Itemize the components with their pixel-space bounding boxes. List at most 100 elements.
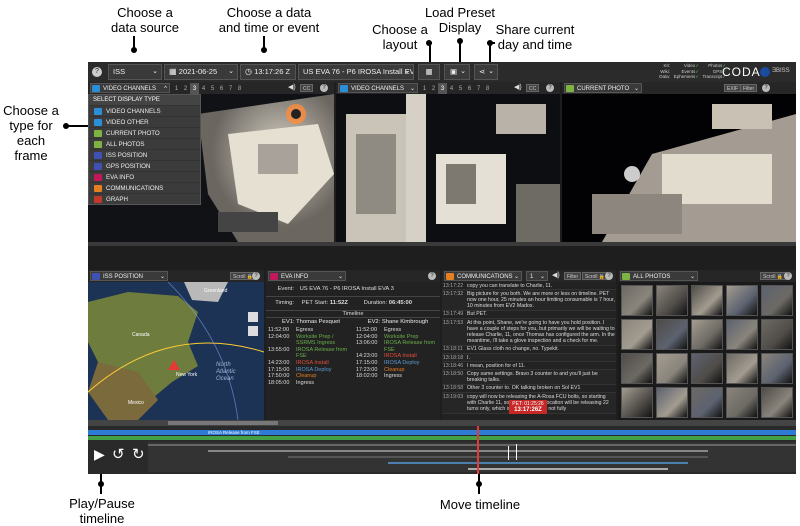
photo-thumbnail[interactable]	[691, 319, 723, 350]
annotation-line	[429, 42, 431, 62]
channel-select[interactable]: 1 ⌄	[526, 271, 548, 281]
channel-1-button[interactable]: 1	[420, 83, 429, 94]
display-type-option[interactable]: CURRENT PHOTO	[89, 127, 200, 138]
display-type-option[interactable]: GRAPH	[89, 193, 200, 204]
photo-thumbnail[interactable]	[761, 387, 793, 418]
filter-button[interactable]: Filter	[564, 272, 582, 280]
cc-button[interactable]: CC	[300, 84, 314, 92]
transcript-line: 13:17:32 Big picture for you both. We are…	[442, 290, 616, 311]
display-type-option[interactable]: COMMUNICATIONS	[89, 182, 200, 193]
help-icon[interactable]: ?	[92, 67, 102, 77]
timeline-heading: Timeline	[266, 310, 440, 318]
volume-icon[interactable]: ◀)	[552, 270, 560, 282]
photo-thumbnail[interactable]	[726, 319, 758, 350]
channel-4-button[interactable]: 4	[447, 83, 456, 94]
share-button[interactable]: ⋖ ⌄	[474, 64, 498, 80]
help-icon[interactable]: ?	[605, 272, 613, 280]
display-type-icon	[94, 185, 102, 192]
channel-5-button[interactable]: 5	[456, 83, 465, 94]
photo-thumbnail[interactable]	[761, 353, 793, 384]
help-icon[interactable]: ?	[784, 272, 792, 280]
channel-selector[interactable]: 12345678	[420, 83, 492, 94]
rewind-icon[interactable]: ↺	[112, 445, 125, 463]
channel-4-button[interactable]: 4	[199, 83, 208, 94]
help-icon[interactable]: ?	[252, 272, 260, 280]
display-type-option[interactable]: VIDEO CHANNELS	[89, 105, 200, 116]
display-type-option[interactable]: VIDEO OTHER	[89, 116, 200, 127]
photo-thumbnail[interactable]	[656, 387, 688, 418]
display-type-select[interactable]: VIDEO CHANNELS ⌄	[338, 83, 418, 93]
help-icon[interactable]: ?	[546, 84, 554, 92]
info-icon	[270, 273, 278, 280]
volume-icon[interactable]: ◀)	[514, 82, 522, 94]
timeline[interactable]: IROSA Release from FSE ▶ ↺ ↻	[88, 420, 796, 474]
channel-7-button[interactable]: 7	[226, 83, 235, 94]
display-type-select[interactable]: EVA INFO ⌄	[268, 271, 346, 281]
iss-map[interactable]: Greenland Canada New York North Atlantic…	[88, 282, 264, 420]
photo-thumbnail[interactable]	[691, 353, 723, 384]
forward-icon[interactable]: ↻	[132, 445, 145, 463]
photo-thumbnail[interactable]	[761, 319, 793, 350]
play-button[interactable]: ▶	[94, 446, 105, 463]
photo-thumbnail[interactable]	[726, 353, 758, 384]
display-type-select[interactable]: ALL PHOTOS ⌄	[620, 271, 698, 281]
help-icon[interactable]: ?	[320, 84, 328, 92]
display-type-option[interactable]: ISS POSITION	[89, 149, 200, 160]
pet-badge: PET: 01:25:26 13:17:26Z	[509, 400, 547, 414]
volume-icon[interactable]: ◀)	[288, 82, 296, 94]
channel-2-button[interactable]: 2	[181, 83, 190, 94]
timeline-step: 17:50:00 Cleanup	[268, 373, 317, 380]
channel-8-button[interactable]: 8	[483, 83, 492, 94]
display-type-select[interactable]: CURRENT PHOTO ⌄	[564, 83, 642, 93]
preset-display-button[interactable]: ▣ ⌄	[444, 64, 470, 80]
display-type-option[interactable]: ALL PHOTOS	[89, 138, 200, 149]
communications-transcript[interactable]: 13:17:22 copy you can translate to Charli…	[442, 282, 616, 420]
photo-thumbnail[interactable]	[656, 353, 688, 384]
display-type-select[interactable]: ISS POSITION ⌄	[90, 271, 168, 281]
filter-button[interactable]: Filter	[740, 84, 758, 92]
photo-thumbnail[interactable]	[656, 285, 688, 316]
channel-5-button[interactable]: 5	[208, 83, 217, 94]
channel-8-button[interactable]: 8	[235, 83, 244, 94]
channel-6-button[interactable]: 6	[465, 83, 474, 94]
exif-button[interactable]: EXIF	[724, 84, 742, 92]
channel-7-button[interactable]: 7	[474, 83, 483, 94]
channel-2-button[interactable]: 2	[429, 83, 438, 94]
layout-button[interactable]: ▦	[418, 64, 440, 80]
row-splitter[interactable]	[88, 242, 796, 246]
display-type-select[interactable]: VIDEO CHANNELS ^	[90, 83, 170, 93]
photo-thumbnail[interactable]	[761, 285, 793, 316]
photo-thumbnail[interactable]	[691, 285, 723, 316]
cc-button[interactable]: CC	[526, 84, 540, 92]
channel-1-button[interactable]: 1	[172, 83, 181, 94]
channel-3-button[interactable]: 3	[190, 83, 199, 94]
channel-selector[interactable]: 12345678	[172, 83, 244, 94]
panel-header-comms: COMMUNICATIONS ⌄ 1 ⌄ ◀) Filter Scroll 🔒 ?	[442, 270, 616, 282]
transcript-line: 13:17:49 But PET.	[442, 310, 616, 320]
photo-thumbnail[interactable]	[726, 387, 758, 418]
photo-thumbnail[interactable]	[621, 285, 653, 316]
photo-thumbnail[interactable]	[656, 319, 688, 350]
help-icon[interactable]: ?	[762, 84, 770, 92]
photo-thumbnail[interactable]	[621, 387, 653, 418]
date-picker[interactable]: ▦ 2021-06-25 ⌄	[164, 64, 238, 80]
channel-6-button[interactable]: 6	[217, 83, 226, 94]
display-type-option[interactable]: EVA INFO	[89, 171, 200, 182]
transcript-line: 13:18:46 I mean, position for of 11.	[442, 362, 616, 371]
timeline-scroll-thumb[interactable]	[168, 421, 278, 425]
help-icon[interactable]: ?	[428, 272, 436, 280]
timeline-cursor[interactable]	[477, 426, 479, 474]
channel-3-button[interactable]: 3	[438, 83, 447, 94]
event-select[interactable]: US EVA 76 - P6 IROSA Install EV... ⌄	[298, 64, 414, 80]
scroll-toggle[interactable]: Scroll 🔒	[760, 272, 787, 280]
photo-thumbnail[interactable]	[726, 285, 758, 316]
annotation-line	[66, 125, 90, 127]
clock-icon: ◷	[245, 67, 255, 76]
photo-thumbnail[interactable]	[621, 319, 653, 350]
time-input[interactable]: ◷ 13:17:26 Z	[240, 64, 296, 80]
display-type-option[interactable]: GPS POSITION	[89, 160, 200, 171]
display-type-select[interactable]: COMMUNICATIONS ⌄	[444, 271, 522, 281]
photo-thumbnail[interactable]	[621, 353, 653, 384]
photo-thumbnail[interactable]	[691, 387, 723, 418]
data-source-select[interactable]: ISS ⌄	[108, 64, 162, 80]
